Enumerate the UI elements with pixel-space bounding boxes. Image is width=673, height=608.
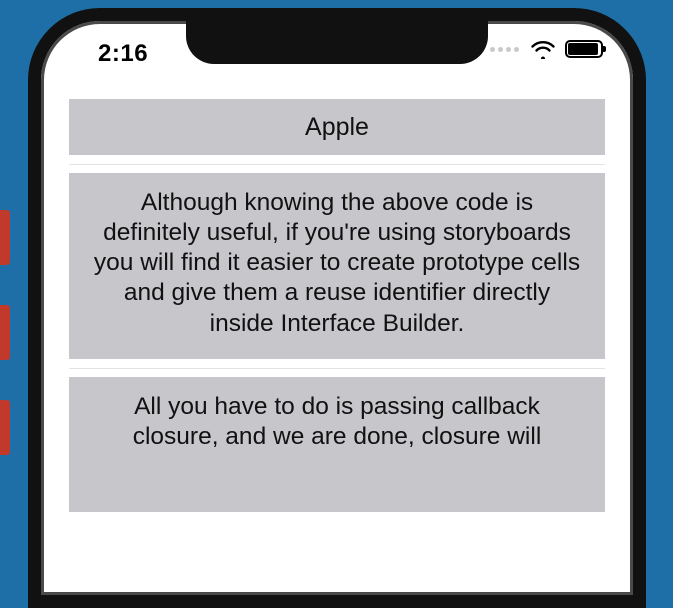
device-notch: [186, 19, 488, 64]
cellular-dots-icon: [490, 47, 519, 52]
cell-title-label: Apple: [305, 113, 369, 141]
background-tab: [0, 210, 10, 265]
background-tab: [0, 400, 10, 455]
cell-separator: [69, 155, 605, 173]
statusbar-time: 2:16: [98, 40, 148, 68]
battery-icon: [565, 40, 603, 58]
table-cell-body[interactable]: Although knowing the above code is defin…: [69, 173, 605, 359]
table-cell-body[interactable]: All you have to do is passing callback c…: [69, 377, 605, 512]
background-tab: [0, 305, 10, 360]
phone-frame: 2:16 Apple Although knowing the above co: [28, 8, 646, 608]
cell-body-label: All you have to do is passing callback c…: [133, 393, 542, 450]
statusbar-right: [490, 39, 603, 59]
table-cell-title[interactable]: Apple: [69, 99, 605, 155]
cell-separator: [69, 359, 605, 377]
table-view[interactable]: Apple Although knowing the above code is…: [69, 99, 605, 595]
cell-body-label: Although knowing the above code is defin…: [94, 189, 580, 337]
wifi-icon: [530, 39, 556, 59]
